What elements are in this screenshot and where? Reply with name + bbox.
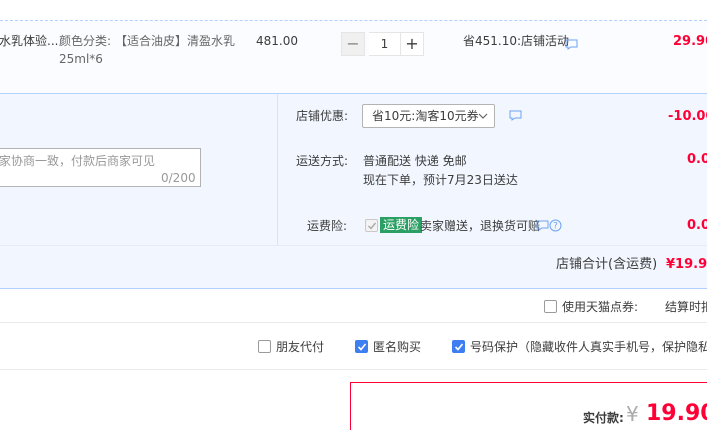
panel-divider — [277, 94, 278, 246]
payment-currency: ¥ — [626, 402, 639, 426]
sku-value: 【适合油皮】清盈水乳 — [115, 34, 236, 48]
tmall-points-checkbox[interactable] — [544, 300, 557, 313]
tmall-points-label: 使用天猫点券: — [562, 300, 639, 314]
memo-placeholder: 家协商一致，付款后商家可见 — [0, 154, 156, 168]
memo-char-count: 0/200 — [161, 171, 196, 185]
chevron-down-icon — [478, 113, 488, 119]
sku-label: 颜色分类: — [59, 34, 112, 48]
message-icon[interactable] — [565, 39, 578, 50]
help-icon[interactable]: ? — [549, 219, 562, 232]
insurance-label: 运费险: — [307, 219, 348, 233]
insurance-message-icon[interactable] — [536, 220, 549, 231]
insurance-tag: 运费险 — [380, 217, 423, 233]
shop-total-label: 店铺合计(含运费) — [556, 257, 658, 272]
shipping-amount: 0.00 — [687, 152, 707, 167]
shipping-method: 普通配送 快递 免邮 — [363, 154, 467, 168]
shipping-eta: 现在下单，预计7月23日送达 — [363, 173, 518, 187]
discount-info: 省451.10:店铺活动 — [463, 34, 570, 48]
quantity-plus-button[interactable]: + — [400, 32, 424, 56]
svg-text:?: ? — [553, 222, 558, 232]
payment-divider — [0, 369, 707, 370]
options-divider — [0, 322, 707, 323]
anonymous-checkbox[interactable] — [355, 340, 368, 353]
insurance-description: 卖家赠送，退换货可赔 — [420, 219, 541, 233]
number-protect-checkbox[interactable] — [452, 340, 465, 353]
unit-price: 481.00 — [256, 34, 298, 48]
product-title[interactable]: 水乳体验... — [0, 33, 58, 49]
anonymous-label: 匿名购买 — [373, 340, 422, 354]
number-protect-label: 号码保护（隐藏收件人真实手机号，保护隐私） — [470, 340, 707, 354]
coupon-select-value: 省10元:淘客10元券 — [372, 109, 479, 123]
quantity-input[interactable]: 1 — [369, 32, 400, 56]
coupon-amount: -10.00 — [668, 109, 707, 124]
buyer-memo-textarea[interactable]: 家协商一致，付款后商家可见 0/200 — [0, 148, 201, 187]
coupon-select[interactable]: 省10元:淘客10元券 — [362, 104, 495, 128]
coupon-label: 店铺优惠: — [296, 109, 349, 123]
payment-label: 实付款: — [583, 411, 624, 425]
friend-pay-checkbox[interactable] — [258, 340, 271, 353]
quantity-minus-button[interactable]: − — [341, 32, 365, 56]
shipping-label: 运送方式: — [296, 154, 349, 168]
item-subtotal: 29.90 — [673, 34, 707, 49]
friend-pay-label: 朋友代付 — [276, 340, 325, 354]
total-divider — [0, 245, 707, 246]
insurance-checkbox — [365, 219, 378, 232]
coupon-message-icon[interactable] — [509, 110, 522, 121]
sku-detail: 25ml*6 — [59, 52, 103, 66]
product-row — [0, 20, 707, 93]
payment-amount: 19.90 — [646, 401, 707, 426]
shop-total-value: ¥19.90 — [666, 257, 707, 272]
insurance-amount: 0.00 — [687, 218, 707, 233]
settle-deduct-text: 结算时扣 — [665, 300, 707, 314]
